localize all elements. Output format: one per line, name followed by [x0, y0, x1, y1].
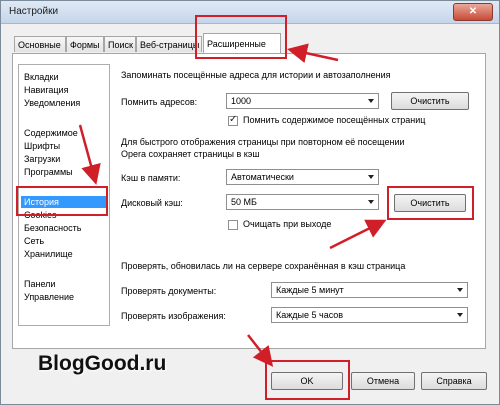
sidebar-item-navigation[interactable]: Навигация: [24, 84, 68, 96]
watermark-text: BlogGood.ru: [38, 352, 167, 375]
check-docs-label: Проверять документы:: [121, 286, 217, 296]
cache-desc-line2: Opera сохраняет страницы в кэш: [121, 149, 260, 159]
cache-desc-line1: Для быстрого отображения страницы при по…: [121, 137, 405, 147]
remember-content-label: Помнить содержимое посещённых страниц: [243, 115, 426, 125]
sidebar-item-downloads[interactable]: Загрузки: [24, 153, 60, 165]
chevron-down-icon: [368, 175, 374, 179]
tab-webpages[interactable]: Веб-страницы: [136, 36, 202, 52]
highlight-box-clear-cache: [387, 186, 474, 220]
check-docs-select[interactable]: Каждые 5 минут: [271, 282, 468, 298]
sidebar-item-content[interactable]: Содержимое: [24, 127, 78, 139]
sidebar-item-security[interactable]: Безопасность: [24, 222, 81, 234]
close-icon: ✕: [468, 6, 478, 17]
tab-basic[interactable]: Основные: [14, 36, 66, 52]
remember-addresses-label: Помнить адресов:: [121, 97, 198, 107]
remember-addresses-value: 1000: [231, 96, 252, 106]
remember-addresses-select[interactable]: 1000: [226, 93, 379, 109]
clear-history-button[interactable]: Очистить: [391, 92, 469, 110]
sidebar-item-fonts[interactable]: Шрифты: [24, 140, 60, 152]
disk-cache-label: Дисковый кэш:: [121, 198, 183, 208]
check-images-select[interactable]: Каждые 5 часов: [271, 307, 468, 323]
chevron-down-icon: [368, 99, 374, 103]
check-section-label: Проверять, обновилась ли на сервере сохр…: [121, 261, 406, 271]
disk-cache-value: 50 МБ: [231, 197, 257, 207]
sidebar-item-network[interactable]: Сеть: [24, 235, 44, 247]
check-images-value: Каждые 5 часов: [276, 310, 344, 320]
chevron-down-icon: [457, 313, 463, 317]
window-title: Настройки: [9, 6, 59, 17]
sidebar-item-tabs[interactable]: Вкладки: [24, 71, 59, 83]
sidebar-item-notifications[interactable]: Уведомления: [24, 97, 80, 109]
sidebar-item-programs[interactable]: Программы: [24, 166, 73, 178]
clear-on-exit-checkbox[interactable]: [228, 220, 238, 230]
remember-content-checkbox[interactable]: [228, 114, 238, 126]
tab-search[interactable]: Поиск: [104, 36, 136, 52]
close-button[interactable]: ✕: [453, 3, 493, 21]
history-section-label: Запоминать посещённые адреса для истории…: [121, 70, 391, 80]
chevron-down-icon: [457, 288, 463, 292]
tab-forms[interactable]: Формы: [66, 36, 104, 52]
memory-cache-select[interactable]: Автоматически: [226, 169, 379, 185]
highlight-box-ok: [265, 360, 350, 400]
highlight-box-history: [16, 186, 108, 216]
check-docs-value: Каждые 5 минут: [276, 285, 344, 295]
check-images-label: Проверять изображения:: [121, 311, 226, 321]
sidebar-item-storage[interactable]: Хранилище: [24, 248, 73, 260]
help-button[interactable]: Справка: [421, 372, 487, 390]
sidebar-item-toolbars[interactable]: Панели: [24, 278, 55, 290]
chevron-down-icon: [368, 200, 374, 204]
clear-on-exit-label: Очищать при выходе: [243, 219, 332, 229]
memory-cache-label: Кэш в памяти:: [121, 173, 181, 183]
tab-advanced[interactable]: Расширенные: [203, 33, 281, 53]
cancel-button[interactable]: Отмена: [351, 372, 415, 390]
memory-cache-value: Автоматически: [231, 172, 294, 182]
sidebar-item-management[interactable]: Управление: [24, 291, 74, 303]
disk-cache-select[interactable]: 50 МБ: [226, 194, 379, 210]
